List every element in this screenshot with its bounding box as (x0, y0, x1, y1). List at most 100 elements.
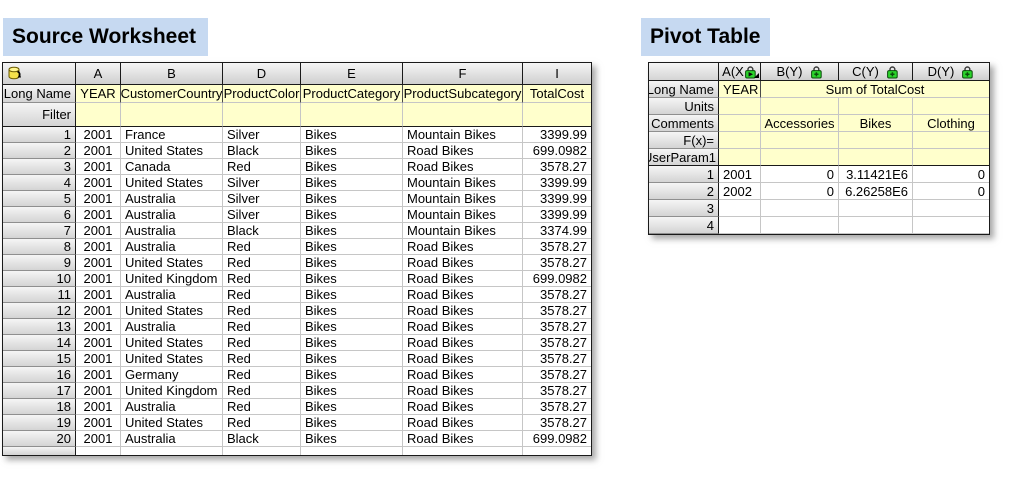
cell-category[interactable]: Bikes (301, 319, 403, 335)
cell-color[interactable]: Red (223, 239, 301, 255)
pivot-column-header-BY[interactable]: B(Y) (761, 63, 839, 81)
cell-color[interactable]: Silver (223, 207, 301, 223)
dropdown-arrow-icon[interactable] (754, 73, 759, 78)
cell-year[interactable]: 2001 (76, 127, 121, 143)
cell-subcategory[interactable]: Road Bikes (403, 431, 523, 447)
pivot-cell-c[interactable]: 3.11421E6 (839, 166, 913, 183)
pivot-cell[interactable] (839, 98, 913, 115)
cell-year[interactable]: 2001 (76, 175, 121, 191)
row-header[interactable]: 15 (3, 351, 76, 367)
cell-subcategory[interactable]: Mountain Bikes (403, 207, 523, 223)
pivot-cell[interactable] (719, 115, 761, 132)
cell-color[interactable]: Red (223, 351, 301, 367)
column-header-F[interactable]: F (403, 63, 523, 85)
cell-year[interactable]: 2001 (76, 351, 121, 367)
cell-subcategory[interactable]: Road Bikes (403, 383, 523, 399)
cell-category[interactable]: Bikes (301, 367, 403, 383)
row-header[interactable]: 11 (3, 287, 76, 303)
filter-cell[interactable] (523, 103, 591, 127)
cell-country[interactable]: Australia (121, 239, 223, 255)
cell-year[interactable]: 2001 (76, 143, 121, 159)
filter-cell[interactable] (403, 103, 523, 127)
row-header[interactable]: 5 (3, 191, 76, 207)
cell-subcategory[interactable]: Road Bikes (403, 159, 523, 175)
pivot-row-header[interactable]: F(x)= (649, 132, 719, 149)
row-header[interactable]: 4 (649, 217, 719, 234)
lock-icon[interactable] (961, 65, 974, 79)
cell-category[interactable]: Bikes (301, 335, 403, 351)
cell-country[interactable]: United Kingdom (121, 271, 223, 287)
cell-subcategory[interactable]: Road Bikes (403, 399, 523, 415)
cell-subcategory[interactable]: Road Bikes (403, 335, 523, 351)
row-header[interactable]: 16 (3, 367, 76, 383)
cell-color[interactable]: Red (223, 271, 301, 287)
cell-total_cost[interactable]: 3578.27 (523, 383, 591, 399)
cell-subcategory[interactable]: Road Bikes (403, 239, 523, 255)
cell-total_cost[interactable]: 3578.27 (523, 351, 591, 367)
cell-total_cost[interactable]: 699.0982 (523, 431, 591, 447)
pivot-row-header[interactable]: Comments (649, 115, 719, 132)
filter-row-header[interactable]: Filter (3, 103, 76, 127)
pivot-cell[interactable] (719, 132, 761, 149)
pivot-cell[interactable] (719, 149, 761, 166)
cell-year[interactable]: 2001 (76, 191, 121, 207)
cell-color[interactable]: Red (223, 303, 301, 319)
cell-color[interactable]: Black (223, 431, 301, 447)
column-header-A[interactable]: A (76, 63, 121, 85)
pivot-comment-bikes[interactable]: Bikes (839, 115, 913, 132)
empty-cell[interactable] (523, 447, 591, 455)
cell-country[interactable]: United States (121, 175, 223, 191)
cell-category[interactable]: Bikes (301, 415, 403, 431)
cell-total_cost[interactable]: 699.0982 (523, 143, 591, 159)
cell-subcategory[interactable]: Road Bikes (403, 415, 523, 431)
cell-total_cost[interactable]: 3578.27 (523, 255, 591, 271)
row-header[interactable]: 4 (3, 175, 76, 191)
cell-subcategory[interactable]: Mountain Bikes (403, 127, 523, 143)
cell-category[interactable]: Bikes (301, 191, 403, 207)
pivot-cell[interactable] (761, 149, 839, 166)
cell-color[interactable]: Black (223, 143, 301, 159)
pivot-comment-accessories[interactable]: Accessories (761, 115, 839, 132)
cell-category[interactable]: Bikes (301, 239, 403, 255)
cell-color[interactable]: Silver (223, 175, 301, 191)
cell-year[interactable]: 2001 (76, 367, 121, 383)
cell-country[interactable]: Australia (121, 319, 223, 335)
cell-total_cost[interactable]: 3399.99 (523, 127, 591, 143)
cell-country[interactable]: United States (121, 303, 223, 319)
cell-subcategory[interactable]: Road Bikes (403, 271, 523, 287)
filter-cell[interactable] (301, 103, 403, 127)
pivot-cell[interactable] (839, 132, 913, 149)
row-header[interactable]: 17 (3, 383, 76, 399)
cell-year[interactable]: 2001 (76, 335, 121, 351)
row-header[interactable]: 2 (3, 143, 76, 159)
lock-icon[interactable] (810, 65, 823, 79)
filter-cell[interactable] (121, 103, 223, 127)
cell-subcategory[interactable]: Mountain Bikes (403, 191, 523, 207)
empty-cell[interactable] (121, 447, 223, 455)
cell-country[interactable]: United States (121, 335, 223, 351)
pivot-comment-clothing[interactable]: Clothing (913, 115, 989, 132)
cell-color[interactable]: Silver (223, 127, 301, 143)
column-header-I[interactable]: I (523, 63, 591, 85)
filter-cell[interactable] (76, 103, 121, 127)
cell-total_cost[interactable]: 3578.27 (523, 399, 591, 415)
pivot-long-name-year[interactable]: YEAR (719, 81, 761, 98)
row-header[interactable]: 9 (3, 255, 76, 271)
cell-color[interactable]: Silver (223, 191, 301, 207)
pivot-cell-b[interactable]: 0 (761, 166, 839, 183)
pivot-cell-d[interactable]: 0 (913, 183, 989, 200)
cell-color[interactable]: Red (223, 367, 301, 383)
cell-year[interactable]: 2001 (76, 303, 121, 319)
cell-subcategory[interactable]: Road Bikes (403, 255, 523, 271)
pivot-cell[interactable] (839, 149, 913, 166)
corner-cell[interactable] (3, 63, 76, 85)
row-header[interactable]: 19 (3, 415, 76, 431)
cell-year[interactable]: 2001 (76, 207, 121, 223)
row-header[interactable]: 10 (3, 271, 76, 287)
pivot-cell[interactable] (719, 98, 761, 115)
cell-country[interactable]: Australia (121, 431, 223, 447)
cell-total_cost[interactable]: 3374.99 (523, 223, 591, 239)
column-header-E[interactable]: E (301, 63, 403, 85)
cell-color[interactable]: Red (223, 287, 301, 303)
pivot-cell[interactable] (913, 132, 989, 149)
